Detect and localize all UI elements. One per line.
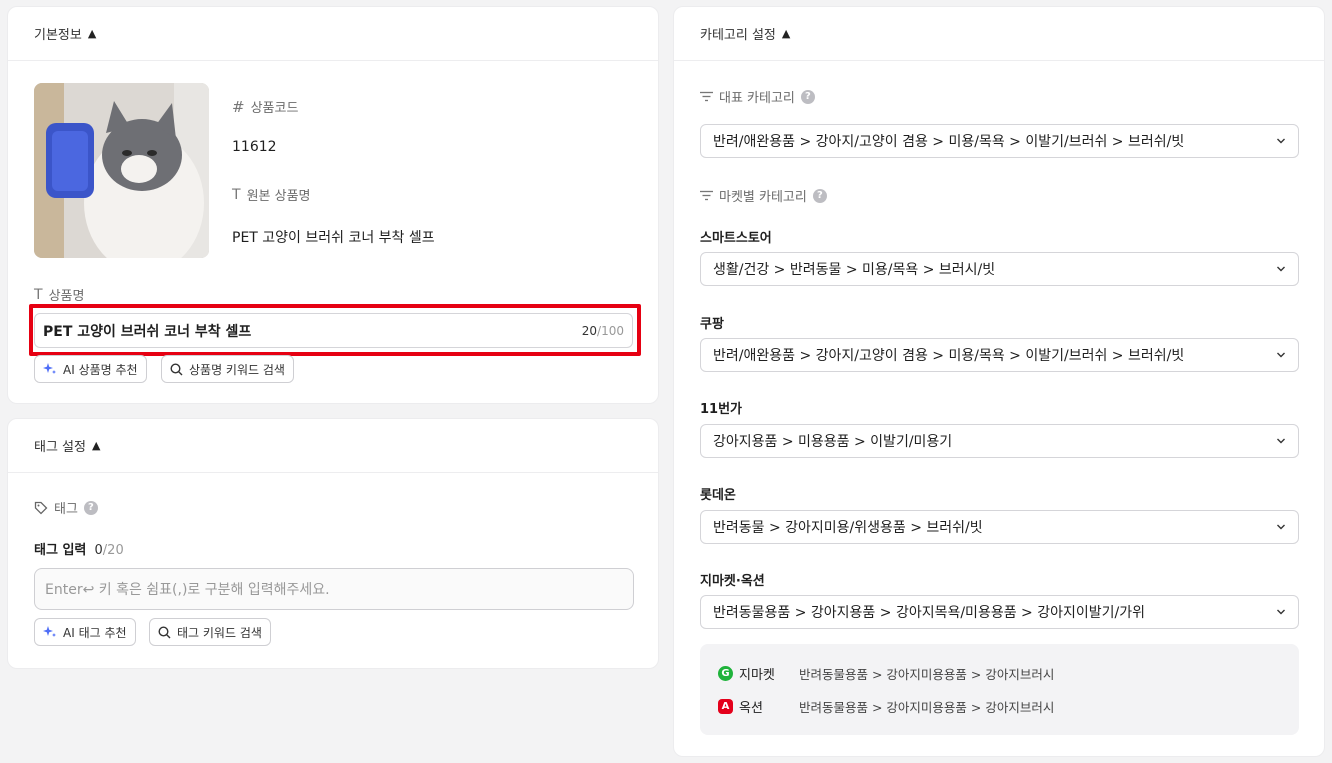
coupang-category-select[interactable]: 반려/애완용품 > 강아지/고양이 겸용 > 미용/목욕 > 이발기/브러쉬 >…	[700, 338, 1299, 372]
tag-settings-card: 태그 설정 ▲ 태그 ? 태그 입력 0/20 Enter↩ 키 혹은 쉼표(,…	[7, 418, 659, 669]
main-category-label: 대표 카테고리 ?	[700, 87, 815, 106]
chevron-down-icon	[1277, 138, 1285, 144]
main-category-select[interactable]: 반려/애완용품 > 강아지/고양이 겸용 > 미용/목욕 > 이발기/브러쉬 >…	[700, 124, 1299, 158]
category-settings-card: 카테고리 설정 ▲ 대표 카테고리 ? 반려/애완용품 > 강아지/고양이 겸용…	[673, 6, 1325, 757]
basic-info-header[interactable]: 기본정보 ▲	[8, 7, 658, 61]
text-icon: T	[34, 286, 43, 303]
collapse-triangle-icon: ▲	[781, 27, 791, 40]
collapse-triangle-icon: ▲	[87, 27, 97, 40]
filter-icon	[700, 91, 713, 102]
sparkle-icon	[43, 626, 56, 637]
product-name-keyword-search-button[interactable]: 상품명 키워드 검색	[161, 355, 294, 383]
sub-market-info-box: G 지마켓 반려동물용품 > 강아지미용용품 > 강아지브러시 A 옥션 반려동…	[700, 644, 1299, 735]
chevron-down-icon	[1277, 609, 1285, 615]
highlight-box	[29, 304, 641, 356]
gmarket-row: G 지마켓 반려동물용품 > 강아지미용용품 > 강아지브러시	[718, 664, 1054, 683]
help-icon[interactable]: ?	[812, 188, 827, 203]
auction-logo-icon: A	[718, 699, 733, 714]
chevron-down-icon	[1277, 524, 1285, 530]
tag-input-label: 태그 입력 0/20	[34, 543, 124, 558]
basic-info-title: 기본정보	[34, 28, 82, 43]
tag-keyword-search-button[interactable]: 태그 키워드 검색	[149, 618, 271, 646]
sparkle-icon	[43, 363, 56, 374]
product-code-value: 11612	[232, 139, 277, 155]
chevron-down-icon	[1277, 438, 1285, 444]
tag-input-placeholder: Enter↩ 키 혹은 쉼표(,)로 구분해 입력해주세요.	[45, 582, 330, 598]
chevron-down-icon	[1277, 266, 1285, 272]
original-name-label: T 원본 상품명	[232, 186, 311, 205]
market-name-smartstore: 스마트스토어	[700, 231, 772, 246]
auction-name: 옥션	[739, 701, 763, 716]
market-category-label: 마켓별 카테고리 ?	[700, 186, 827, 205]
ai-tag-button[interactable]: AI 태그 추천	[34, 618, 136, 646]
category-settings-header[interactable]: 카테고리 설정 ▲	[674, 7, 1324, 61]
gmarket-name: 지마켓	[739, 668, 775, 683]
tag-settings-header[interactable]: 태그 설정 ▲	[8, 419, 658, 473]
filter-icon	[700, 190, 713, 201]
tag-settings-title: 태그 설정	[34, 440, 86, 455]
market-name-coupang: 쿠팡	[700, 317, 724, 332]
hash-icon: #	[232, 97, 245, 116]
product-code-label: # 상품코드	[232, 97, 299, 117]
original-name-value: PET 고양이 브러쉬 코너 부착 셀프	[232, 230, 435, 246]
tag-label: 태그 ?	[34, 498, 98, 517]
auction-path: 반려동물용품 > 강아지미용용품 > 강아지브러시	[799, 700, 1055, 715]
help-icon[interactable]: ?	[83, 500, 98, 515]
gmarket-auction-category-select[interactable]: 반려동물용품 > 강아지용품 > 강아지목욕/미용용품 > 강아지이발기/가위	[700, 595, 1299, 629]
gmarket-logo-icon: G	[718, 666, 733, 681]
tag-input[interactable]: Enter↩ 키 혹은 쉼표(,)로 구분해 입력해주세요.	[34, 568, 634, 610]
lotteon-category-select[interactable]: 반려동물 > 강아지미용/위생용품 > 브러쉬/빗	[700, 510, 1299, 544]
chevron-down-icon	[1277, 352, 1285, 358]
help-icon[interactable]: ?	[800, 89, 815, 104]
market-name-gmarket-auction: 지마켓·옥션	[700, 574, 765, 589]
product-image	[34, 83, 209, 258]
ai-product-name-button[interactable]: AI 상품명 추천	[34, 355, 147, 383]
search-icon	[158, 625, 171, 638]
gmarket-path: 반려동물용품 > 강아지미용용품 > 강아지브러시	[799, 667, 1055, 682]
11st-category-select[interactable]: 강아지용품 > 미용용품 > 이발기/미용기	[700, 424, 1299, 458]
auction-row: A 옥션 반려동물용품 > 강아지미용용품 > 강아지브러시	[718, 697, 1054, 716]
text-icon: T	[232, 186, 241, 203]
search-icon	[170, 362, 183, 375]
smartstore-category-select[interactable]: 생활/건강 > 반려동물 > 미용/목욕 > 브러시/빗	[700, 252, 1299, 286]
product-name-label: T 상품명	[34, 286, 85, 305]
tag-icon	[34, 501, 48, 514]
basic-info-card: 기본정보 ▲ # 상품코드 11612 T 원본 상품명 PET 고양이 브러쉬…	[7, 6, 659, 404]
market-name-11st: 11번가	[700, 402, 743, 417]
category-settings-title: 카테고리 설정	[700, 28, 776, 43]
collapse-triangle-icon: ▲	[91, 439, 101, 452]
market-name-lotteon: 롯데온	[700, 488, 736, 503]
